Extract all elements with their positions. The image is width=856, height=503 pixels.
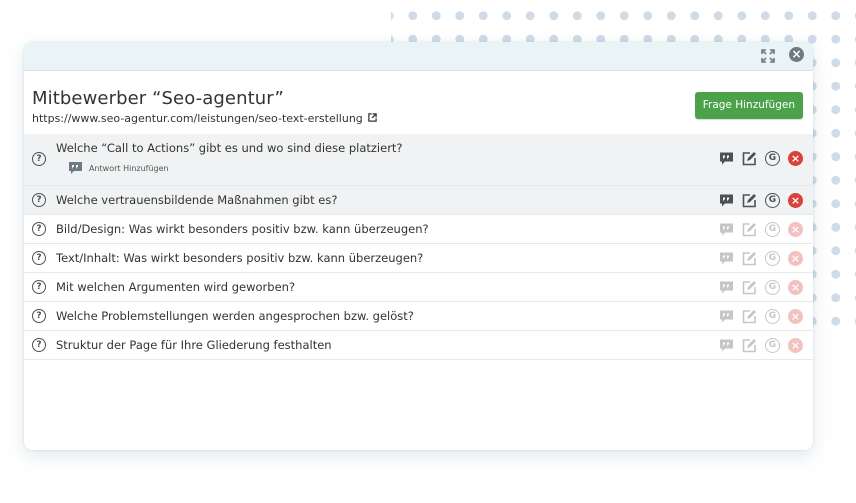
question-circle-icon: ? [32, 193, 46, 207]
row-actions: G × [719, 338, 803, 353]
question-circle-icon: ? [32, 152, 46, 166]
question-row: ? Struktur der Page für Ihre Gliederung … [24, 331, 813, 360]
edit-icon[interactable] [742, 251, 757, 266]
question-list: ? Welche “Call to Actions” gibt es und w… [24, 134, 813, 360]
question-row: ? Mit welchen Argumenten wird geworben? … [24, 273, 813, 302]
close-icon[interactable]: × [789, 47, 804, 62]
speech-bubble-icon[interactable] [719, 193, 734, 208]
question-text: Struktur der Page für Ihre Gliederung fe… [56, 338, 332, 352]
delete-circle-icon[interactable]: × [788, 222, 803, 237]
row-actions: G × [719, 151, 803, 166]
delete-circle-icon[interactable]: × [788, 251, 803, 266]
edit-icon[interactable] [742, 193, 757, 208]
page-title: Mitbewerber “Seo-agentur” [32, 88, 284, 109]
question-circle-icon: ? [32, 251, 46, 265]
row-actions: G × [719, 280, 803, 295]
question-circle-icon: ? [32, 309, 46, 323]
edit-icon[interactable] [742, 309, 757, 324]
question-circle-icon: ? [32, 338, 46, 352]
edit-icon[interactable] [742, 280, 757, 295]
delete-circle-icon[interactable]: × [788, 151, 803, 166]
speech-bubble-icon [69, 162, 82, 174]
row-actions: G × [719, 309, 803, 324]
speech-bubble-icon[interactable] [719, 251, 734, 266]
question-text: Mit welchen Argumenten wird geworben? [56, 280, 296, 294]
question-row: ? Text/Inhalt: Was wirkt besonders posit… [24, 244, 813, 273]
question-text: Welche “Call to Actions” gibt es und wo … [56, 141, 403, 155]
add-question-button[interactable]: Frage Hinzufügen [694, 92, 803, 119]
speech-bubble-icon[interactable] [719, 280, 734, 295]
question-row: ? Welche Problemstellungen werden angesp… [24, 302, 813, 331]
row-actions: G × [719, 251, 803, 266]
panel-header: Mitbewerber “Seo-agentur” https://www.se… [24, 71, 813, 133]
speech-bubble-icon[interactable] [719, 309, 734, 324]
question-row: ? Welche “Call to Actions” gibt es und w… [24, 134, 813, 186]
add-answer-label[interactable]: Antwort Hinzufügen [89, 164, 169, 173]
edit-icon[interactable] [742, 151, 757, 166]
g-circle-icon[interactable]: G [765, 280, 780, 295]
question-row: ? Bild/Design: Was wirkt besonders posit… [24, 215, 813, 244]
speech-bubble-icon[interactable] [719, 222, 734, 237]
question-circle-icon: ? [32, 280, 46, 294]
competitor-panel: × Mitbewerber “Seo-agentur” https://www.… [24, 42, 813, 450]
g-circle-icon[interactable]: G [765, 222, 780, 237]
row-actions: G × [719, 193, 803, 208]
panel-topbar: × [24, 42, 813, 71]
speech-bubble-icon[interactable] [719, 151, 734, 166]
external-link-icon[interactable] [365, 113, 377, 125]
question-text: Welche vertrauensbildende Maßnahmen gibt… [56, 193, 338, 207]
delete-circle-icon[interactable]: × [788, 338, 803, 353]
add-answer-link[interactable]: Antwort Hinzufügen [68, 161, 169, 175]
delete-circle-icon[interactable]: × [788, 280, 803, 295]
question-row: ? Welche vertrauensbildende Maßnahmen gi… [24, 186, 813, 215]
question-text: Welche Problemstellungen werden angespro… [56, 309, 414, 323]
edit-icon[interactable] [742, 222, 757, 237]
row-actions: G × [719, 222, 803, 237]
question-circle-icon: ? [32, 222, 46, 236]
url-text[interactable]: https://www.seo-agentur.com/leistungen/s… [32, 112, 363, 125]
g-circle-icon[interactable]: G [765, 151, 780, 166]
g-circle-icon[interactable]: G [765, 193, 780, 208]
g-circle-icon[interactable]: G [765, 309, 780, 324]
delete-circle-icon[interactable]: × [788, 309, 803, 324]
competitor-url[interactable]: https://www.seo-agentur.com/leistungen/s… [32, 112, 377, 125]
question-text: Text/Inhalt: Was wirkt besonders positiv… [56, 251, 424, 265]
question-text: Bild/Design: Was wirkt besonders positiv… [56, 222, 429, 236]
speech-bubble-icon[interactable] [719, 338, 734, 353]
g-circle-icon[interactable]: G [765, 251, 780, 266]
edit-icon[interactable] [742, 338, 757, 353]
expand-icon[interactable] [761, 48, 775, 63]
delete-circle-icon[interactable]: × [788, 193, 803, 208]
g-circle-icon[interactable]: G [765, 338, 780, 353]
